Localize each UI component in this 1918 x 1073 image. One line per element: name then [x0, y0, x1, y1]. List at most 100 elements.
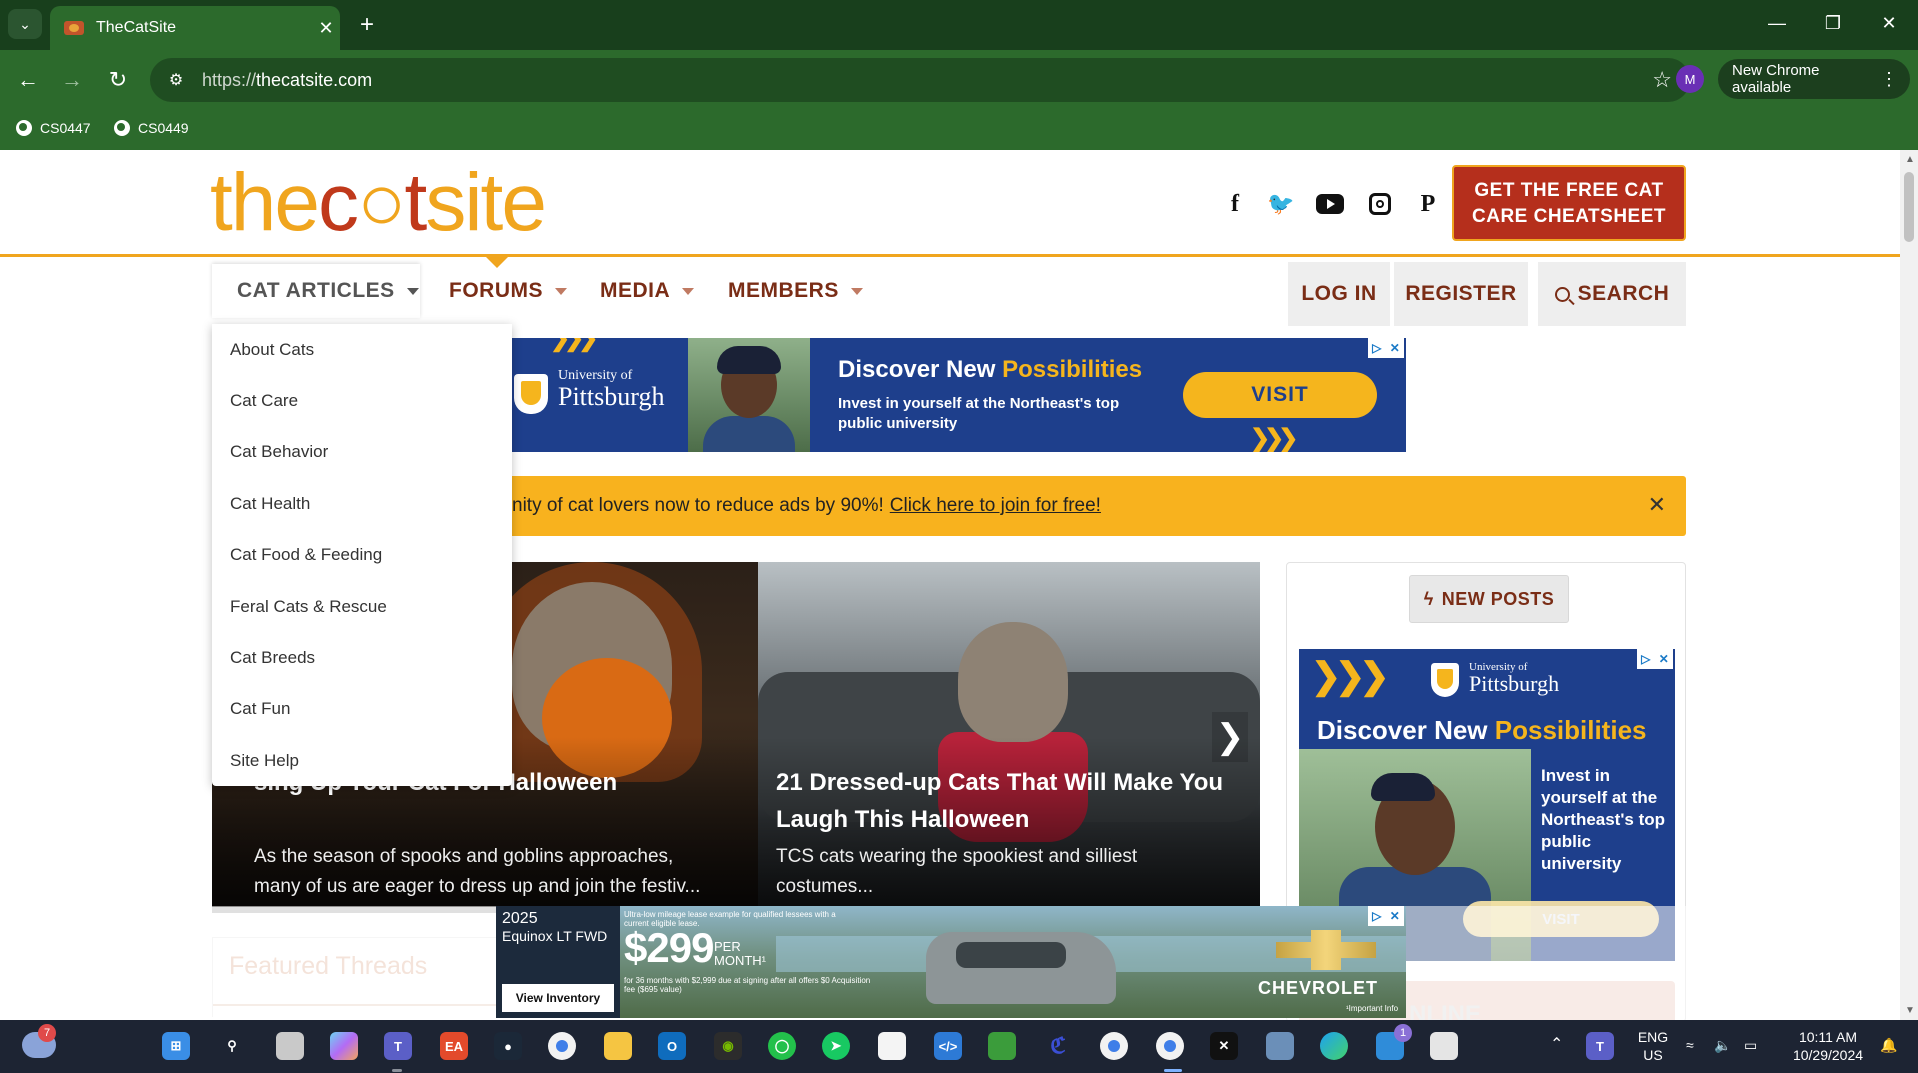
ea-app-icon[interactable]: EA	[440, 1032, 468, 1060]
dropdown-item-cat-food[interactable]: Cat Food & Feeding	[212, 530, 512, 581]
ad-offer-panel: 2025 Equinox LT FWD View Inventory	[496, 906, 620, 1018]
twitter-icon[interactable]: 🐦	[1265, 188, 1297, 220]
pitt-banner-ad[interactable]: ❯❯❯ University of Pittsburgh Discover Ne…	[510, 338, 1406, 452]
forward-icon[interactable]: →	[56, 64, 88, 96]
nav-cat-articles[interactable]: CAT ARTICLES	[212, 264, 420, 318]
adchoices-icon[interactable]: ▷ ✕	[1637, 649, 1673, 669]
bookmark-label: CS0447	[40, 120, 91, 136]
instagram-icon[interactable]	[1364, 188, 1396, 220]
reload-icon[interactable]: ↻	[102, 64, 134, 96]
chrome-profile-icon[interactable]	[1100, 1032, 1128, 1060]
scroll-up-icon[interactable]: ▲	[1905, 154, 1915, 165]
caret-down-icon	[406, 287, 419, 295]
dropdown-item-cat-fun[interactable]: Cat Fun	[212, 684, 512, 735]
nav-forums[interactable]: FORUMS	[449, 264, 567, 318]
dropdown-item-cat-care[interactable]: Cat Care	[212, 375, 512, 426]
photos-icon[interactable]	[1266, 1032, 1294, 1060]
copilot-icon[interactable]	[330, 1032, 358, 1060]
dropdown-item-site-help[interactable]: Site Help	[212, 735, 512, 786]
scroll-down-icon[interactable]: ▼	[1905, 1005, 1915, 1016]
vscode-icon[interactable]: </>	[934, 1032, 962, 1060]
chevron-right-icon[interactable]: ❯	[1212, 712, 1248, 762]
start-icon[interactable]: ⊞	[162, 1032, 190, 1060]
facebook-icon[interactable]: f	[1219, 188, 1251, 220]
more-menu-icon[interactable]: ⋮	[1880, 69, 1898, 90]
speaker-mute-icon[interactable]: 🔈	[1714, 1036, 1731, 1054]
close-icon[interactable]: ✕	[1648, 492, 1666, 518]
chevrolet-sticky-ad[interactable]: 2025 Equinox LT FWD View Inventory Ultra…	[496, 906, 1406, 1018]
chrome-active-icon[interactable]	[1156, 1032, 1184, 1060]
adchoices-icon[interactable]: ▷ ✕	[1368, 906, 1404, 926]
chevron-up-icon[interactable]: ⌃	[1550, 1036, 1563, 1054]
tab-search-button[interactable]: ⌄	[8, 9, 42, 39]
dropdown-item-about-cats[interactable]: About Cats	[212, 324, 512, 375]
ad-subtext: Invest in yourself at the Northeast's to…	[1541, 766, 1665, 873]
nvidia-icon[interactable]: ◉	[714, 1032, 742, 1060]
dropdown-item-cat-health[interactable]: Cat Health	[212, 478, 512, 529]
adchoices-icon[interactable]: ▷ ✕	[1368, 338, 1404, 358]
nav-members[interactable]: MEMBERS	[728, 264, 863, 318]
pinterest-icon[interactable]: P	[1412, 188, 1444, 220]
bookmark-star-icon[interactable]: ☆	[1652, 67, 1672, 93]
search-button[interactable]: SEARCH	[1538, 262, 1686, 326]
page-scrollbar[interactable]: ▲ ▼	[1900, 150, 1918, 1020]
ad-visit-button[interactable]: VISIT	[1183, 372, 1377, 418]
profile-avatar[interactable]: M	[1676, 65, 1704, 93]
close-tab-icon[interactable]: ✕	[312, 18, 340, 39]
slide-title[interactable]: 21 Dressed-up Cats That Will Make You La…	[776, 764, 1256, 838]
app-x-icon[interactable]: ✕	[1210, 1032, 1238, 1060]
task-view-icon[interactable]	[276, 1032, 304, 1060]
address-bar[interactable]: ⚙ https://thecatsite.com ☆	[150, 58, 1690, 102]
battery-icon[interactable]: ▭	[1744, 1036, 1757, 1054]
steam-icon[interactable]: ●	[494, 1032, 522, 1060]
browser-tab-bar: ⌄ TheCatSite ✕ + — ❐ ✕	[0, 0, 1918, 50]
ad-photo	[688, 338, 810, 452]
edge-icon[interactable]	[1320, 1032, 1348, 1060]
login-button[interactable]: LOG IN	[1288, 262, 1390, 326]
site-favicon-icon	[64, 21, 84, 35]
dropdown-item-cat-breeds[interactable]: Cat Breeds	[212, 632, 512, 683]
view-inventory-button[interactable]: View Inventory	[502, 984, 614, 1012]
site-info-icon[interactable]: ⚙	[150, 70, 202, 90]
minimize-icon[interactable]: —	[1752, 8, 1802, 38]
ad-important-info[interactable]: ¹Important Info	[1346, 1004, 1398, 1013]
snipping-icon[interactable]	[1430, 1032, 1458, 1060]
notes-icon[interactable]	[878, 1032, 906, 1060]
spreadsheet-icon[interactable]	[988, 1032, 1016, 1060]
chrome-icon[interactable]	[548, 1032, 576, 1060]
file-explorer-icon[interactable]	[604, 1032, 632, 1060]
back-icon[interactable]: ←	[12, 64, 44, 96]
youtube-icon[interactable]	[1314, 188, 1346, 220]
app-swirl-icon[interactable]: ℭ	[1044, 1032, 1072, 1060]
bookmark-cs0447[interactable]: CS0447	[16, 120, 91, 136]
search-icon[interactable]: ⚲	[218, 1032, 246, 1060]
nav-media[interactable]: MEDIA	[600, 264, 695, 318]
new-tab-button[interactable]: +	[352, 10, 382, 40]
close-window-icon[interactable]: ✕	[1864, 8, 1914, 38]
update-chrome-button[interactable]: New Chrome available ⋮	[1718, 59, 1910, 99]
scroll-thumb[interactable]	[1904, 172, 1914, 242]
slide-dressed-up-cats[interactable]: 21 Dressed-up Cats That Will Make You La…	[758, 562, 1260, 907]
language-indicator[interactable]: ENG US	[1628, 1028, 1678, 1064]
running-indicator	[1164, 1069, 1182, 1072]
new-posts-button[interactable]: ϟ NEW POSTS	[1409, 575, 1569, 623]
join-free-link[interactable]: Click here to join for free!	[890, 495, 1101, 517]
teams-tray-icon[interactable]: T	[1586, 1032, 1614, 1060]
dropdown-item-cat-behavior[interactable]: Cat Behavior	[212, 427, 512, 478]
app-green-icon[interactable]: ➤	[822, 1032, 850, 1060]
outlook-icon[interactable]: O	[658, 1032, 686, 1060]
dropdown-item-feral-cats[interactable]: Feral Cats & Rescue	[212, 581, 512, 632]
register-button[interactable]: REGISTER	[1394, 262, 1528, 326]
ad-visit-button[interactable]: VISIT	[1463, 901, 1659, 937]
browser-tab[interactable]: TheCatSite ✕	[50, 6, 340, 50]
wifi-icon[interactable]: ≈	[1686, 1036, 1694, 1054]
spotify-like-icon[interactable]: ◯	[768, 1032, 796, 1060]
teams-icon[interactable]: T	[384, 1032, 412, 1060]
notification-bell-icon[interactable]: 🔔	[1880, 1036, 1897, 1054]
site-logo[interactable]: thec○tsite	[210, 162, 547, 244]
free-cheatsheet-button[interactable]: GET THE FREE CAT CARE CHEATSHEET	[1452, 165, 1686, 241]
ad-fine-print: for 36 months with $2,999 due at signing…	[624, 976, 871, 994]
restore-icon[interactable]: ❐	[1808, 8, 1858, 38]
clock[interactable]: 10:11 AM 10/29/2024	[1780, 1028, 1876, 1064]
bookmark-cs0449[interactable]: CS0449	[114, 120, 189, 136]
